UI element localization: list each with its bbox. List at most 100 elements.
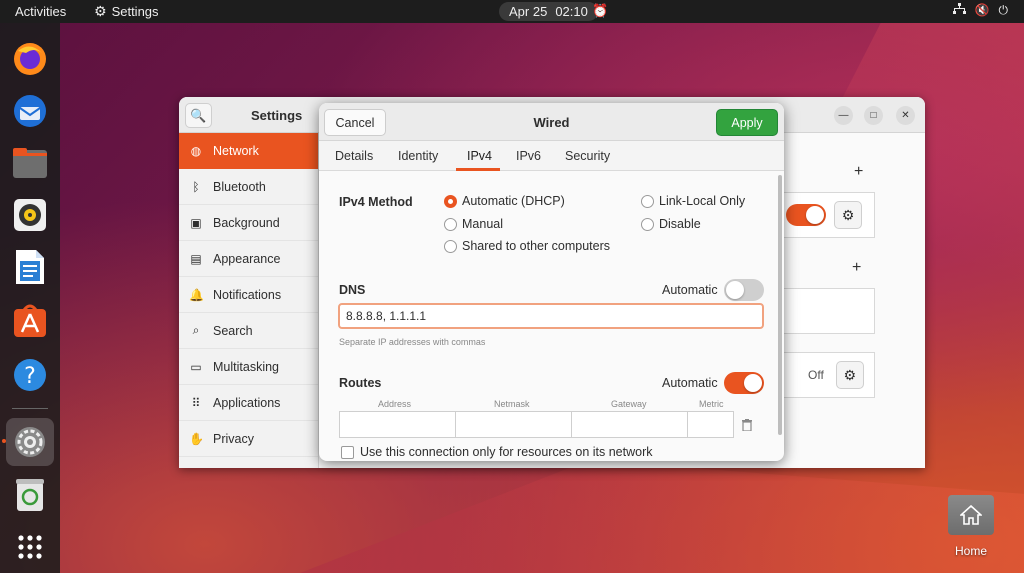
apps-grid-icon: ⠿: [191, 395, 201, 410]
sidebar-item-privacy[interactable]: ✋ Privacy: [179, 421, 318, 457]
add-connection-button[interactable]: +: [854, 163, 863, 181]
clock-time: 02:10: [555, 4, 588, 19]
sidebar-item-multitasking[interactable]: ▭ Multitasking: [179, 349, 318, 385]
radio-indicator: [444, 217, 457, 231]
gear-icon: ⚙: [843, 366, 857, 383]
firefox-icon[interactable]: [10, 39, 50, 79]
sidebar-item-notifications[interactable]: 🔔 Notifications: [179, 277, 318, 313]
route-gateway-input[interactable]: [571, 411, 688, 438]
sidebar-item-background[interactable]: ▣ Background: [179, 205, 318, 241]
radio-label: Link-Local Only: [659, 194, 746, 208]
activities-button[interactable]: Activities: [15, 4, 66, 19]
tab-security[interactable]: Security: [565, 149, 610, 163]
method-link-local-radio[interactable]: Link-Local Only: [641, 194, 745, 208]
col-metric: Metric: [699, 399, 724, 409]
ipv4-panel: IPv4 Method Automatic (DHCP) Manual Shar…: [319, 171, 784, 461]
proxy-status: Off: [808, 368, 824, 382]
svg-text:?: ?: [24, 364, 36, 389]
proxy-settings-button[interactable]: ⚙: [835, 361, 864, 389]
method-shared-radio[interactable]: Shared to other computers: [444, 239, 610, 253]
home-folder-icon[interactable]: [948, 495, 994, 535]
only-resources-checkbox[interactable]: Use this connection only for resources o…: [341, 445, 653, 459]
checkbox-indicator: [341, 445, 354, 459]
sidebar-item-appearance[interactable]: ▤ Appearance: [179, 241, 318, 277]
search-icon: 🔍: [190, 107, 207, 123]
dns-automatic-toggle[interactable]: [724, 279, 764, 301]
show-apps-icon[interactable]: [10, 527, 50, 567]
route-netmask-input[interactable]: [455, 411, 572, 438]
clock-date: Apr 25: [509, 4, 548, 19]
app-center-icon[interactable]: [10, 301, 50, 341]
sidebar-item-bluetooth[interactable]: ᛒ Bluetooth: [179, 169, 318, 205]
background-icon: ▣: [190, 215, 202, 230]
trash-icon[interactable]: [10, 475, 50, 515]
app-menu-label: Settings: [111, 4, 159, 19]
method-manual-radio[interactable]: Manual: [444, 217, 503, 231]
dns-automatic-label: Automatic: [662, 283, 718, 297]
sidebar-item-label: Bluetooth: [213, 179, 266, 194]
settings-icon[interactable]: [6, 418, 54, 466]
thunderbird-icon[interactable]: [10, 91, 50, 131]
top-bar: Activities ⚙ Settings Apr 25 02:10 ⏰ 🔇 ⏻: [0, 0, 1024, 23]
proxy-row: Off ⚙: [779, 352, 875, 398]
sidebar-item-search[interactable]: ⌕ Search: [179, 313, 318, 349]
minimize-button[interactable]: —: [834, 106, 853, 125]
tab-details[interactable]: Details: [335, 149, 373, 163]
dock: ?: [0, 23, 60, 573]
wired-toggle[interactable]: [786, 204, 826, 226]
tab-identity[interactable]: Identity: [398, 149, 438, 163]
dialog-header: Cancel Wired Apply: [319, 103, 784, 141]
route-address-input[interactable]: [339, 411, 456, 438]
checkbox-label: Use this connection only for resources o…: [360, 445, 653, 459]
delete-route-button[interactable]: [737, 414, 757, 436]
method-automatic-radio[interactable]: Automatic (DHCP): [444, 194, 565, 208]
routes-label: Routes: [339, 376, 382, 390]
tab-ipv6[interactable]: IPv6: [516, 149, 541, 163]
vpn-row: [779, 288, 875, 334]
dns-input[interactable]: 8.8.8.8, 1.1.1.1: [338, 303, 764, 329]
sidebar-item-applications[interactable]: ⠿ Applications: [179, 385, 318, 421]
system-tray[interactable]: 🔇 ⏻: [952, 3, 1009, 18]
ipv4-method-label: IPv4 Method: [339, 195, 413, 209]
search-button[interactable]: 🔍: [185, 103, 212, 128]
radio-label: Shared to other computers: [462, 239, 610, 253]
sidebar-item-label: Network: [213, 143, 259, 158]
bluetooth-icon: ᛒ: [192, 179, 200, 194]
apply-button[interactable]: Apply: [716, 109, 778, 136]
sidebar-item-label: Privacy: [213, 431, 254, 446]
sidebar-item-label: Appearance: [213, 251, 281, 266]
sidebar-item-label: Search: [213, 323, 253, 338]
route-row: [339, 411, 734, 438]
sidebar-item-label: Background: [213, 215, 280, 230]
app-menu[interactable]: ⚙ Settings: [94, 3, 159, 20]
toggle-knob: [726, 281, 744, 299]
clock[interactable]: Apr 25 02:10: [499, 2, 598, 21]
tab-ipv4[interactable]: IPv4: [467, 149, 492, 163]
gear-icon: ⚙: [841, 206, 855, 223]
home-folder-label[interactable]: Home: [955, 544, 987, 558]
power-icon: ⏻: [998, 3, 1009, 17]
toggle-knob: [806, 206, 824, 224]
dialog-tabs: Details Identity IPv4 IPv6 Security: [319, 141, 784, 171]
gear-icon: ⚙: [94, 3, 107, 19]
add-vpn-button[interactable]: +: [852, 259, 861, 277]
wired-settings-button[interactable]: ⚙: [834, 201, 862, 229]
files-icon[interactable]: [10, 143, 50, 183]
col-netmask: Netmask: [494, 399, 530, 409]
libreoffice-writer-icon[interactable]: [10, 247, 50, 287]
radio-indicator: [444, 239, 457, 253]
help-icon[interactable]: ?: [10, 355, 50, 395]
rhythmbox-icon[interactable]: [10, 195, 50, 235]
routes-automatic-toggle[interactable]: [724, 372, 764, 394]
close-icon: ✕: [901, 110, 910, 121]
radio-indicator: [444, 194, 457, 208]
method-disable-radio[interactable]: Disable: [641, 217, 701, 231]
route-metric-input[interactable]: [687, 411, 734, 438]
dns-hint: Separate IP addresses with commas: [339, 337, 486, 347]
radio-label: Manual: [462, 217, 503, 231]
close-button[interactable]: ✕: [896, 106, 915, 125]
maximize-button[interactable]: □: [864, 106, 883, 125]
network-icon: ◍: [190, 143, 202, 158]
sidebar-item-network[interactable]: ◍ Network: [179, 133, 318, 169]
dialog-scrollbar[interactable]: [778, 175, 782, 435]
